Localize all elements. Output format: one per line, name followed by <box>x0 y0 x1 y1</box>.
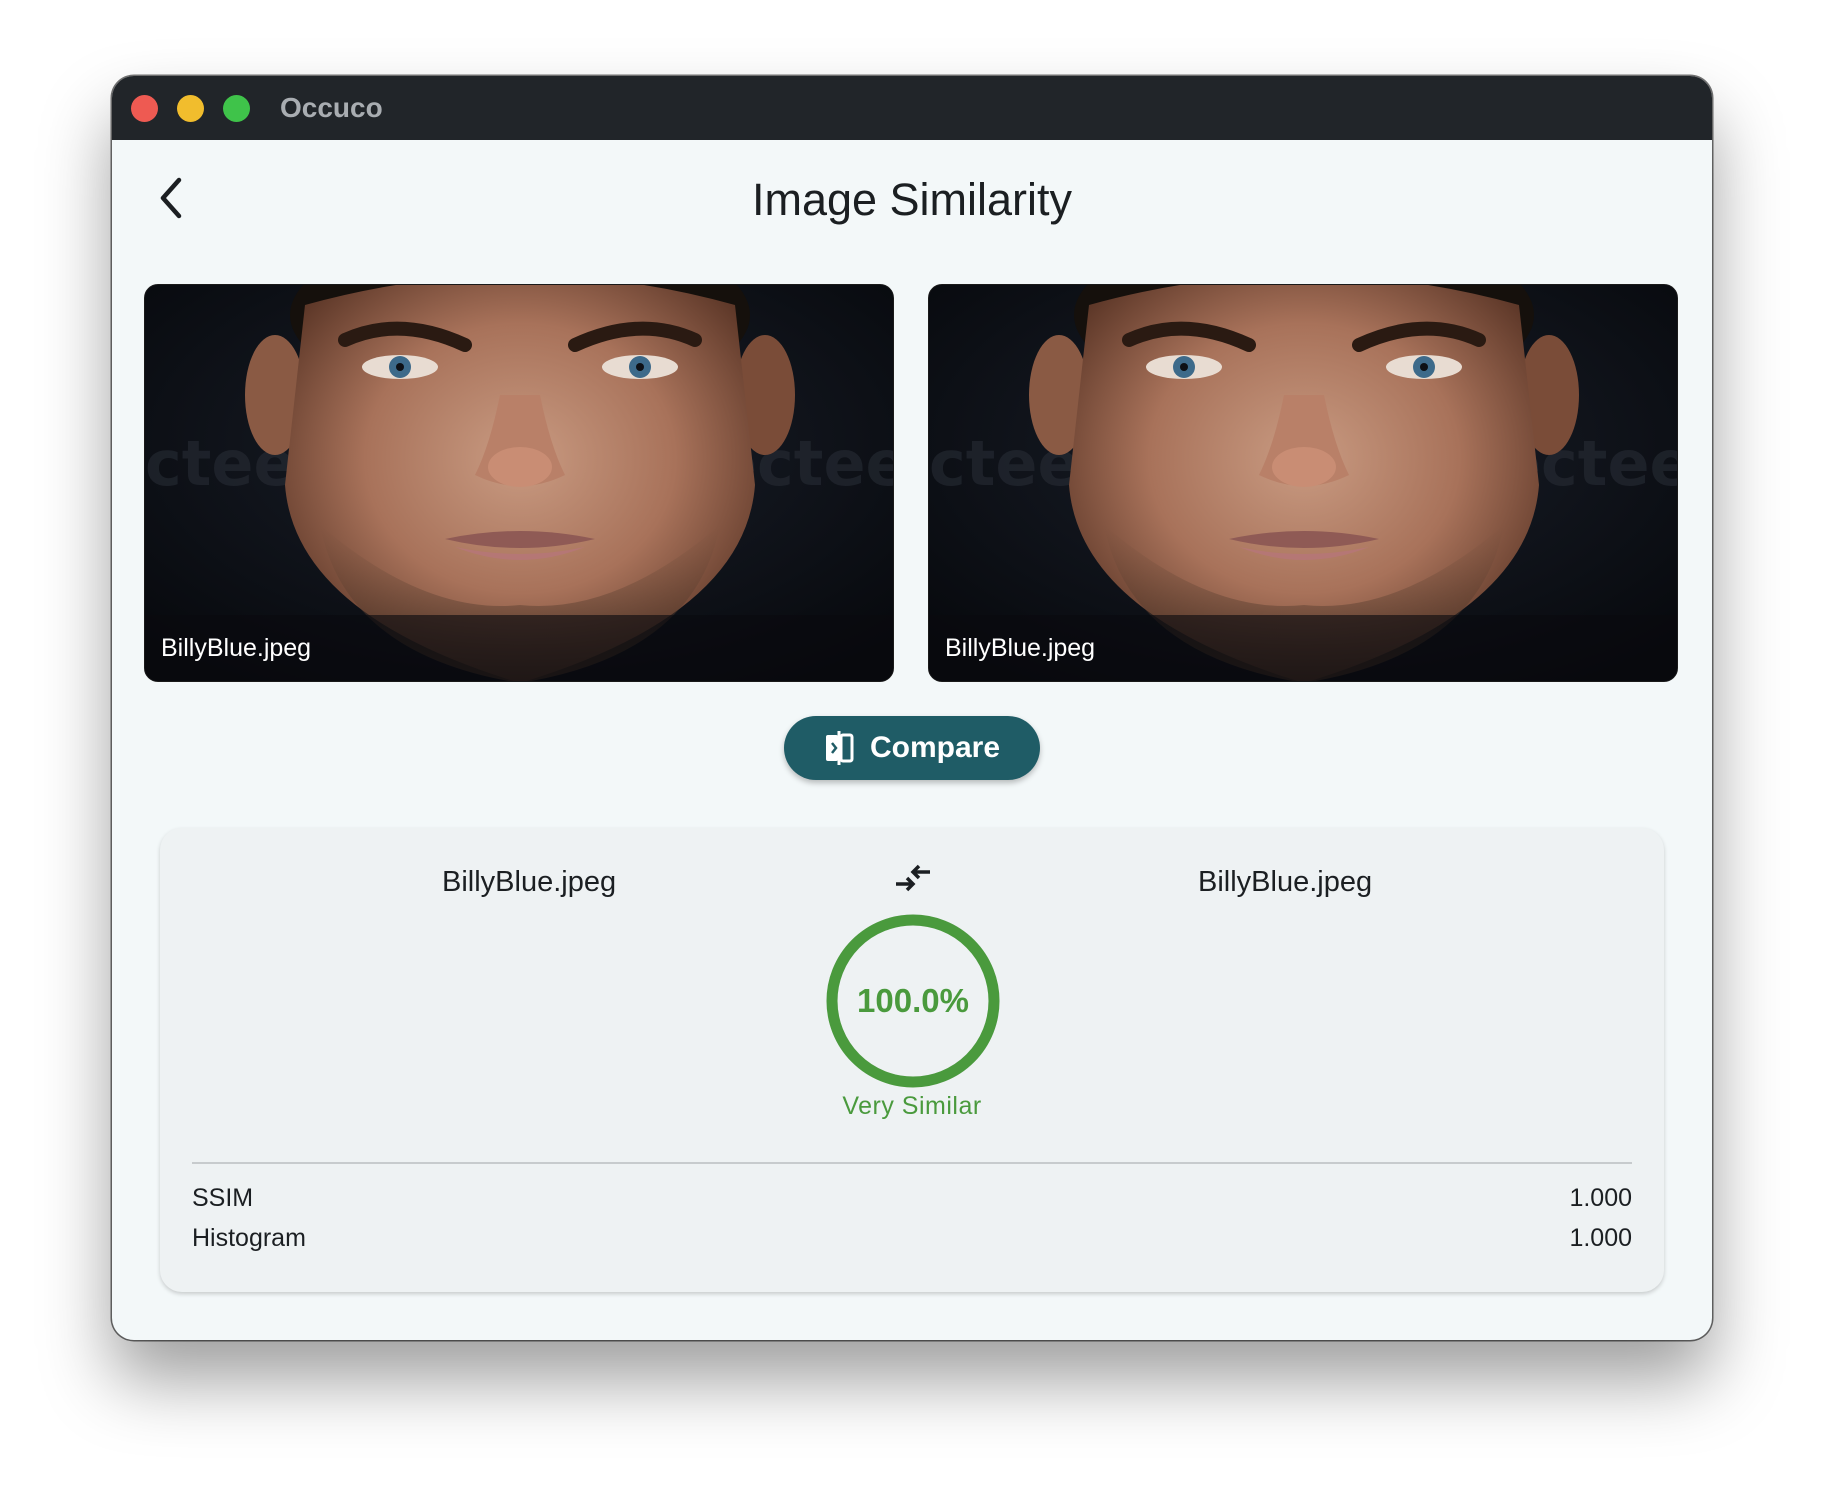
image-filename: BillyBlue.jpeg <box>161 634 312 662</box>
page-title: Image Similarity <box>751 174 1073 225</box>
compare-button[interactable]: Compare <box>784 716 1040 780</box>
result-card: BillyBlue.jpeg BillyBlue.jpeg 100.0% Ver… <box>160 828 1664 1292</box>
image-card-right[interactable]: cteez ectee BillyBlue.jpeg <box>928 284 1678 682</box>
result-right-filename: BillyBlue.jpeg <box>1198 866 1373 898</box>
compare-button-label: Compare <box>869 731 1001 764</box>
metric-value: 1.000 <box>1569 1224 1632 1252</box>
zoom-window-button[interactable] <box>223 95 250 122</box>
metric-label: SSIM <box>192 1184 254 1212</box>
metric-value: 1.000 <box>1569 1184 1632 1212</box>
minimize-window-button[interactable] <box>177 95 204 122</box>
image-card-left[interactable]: cteez ectee BillyBlue.jpeg <box>144 284 894 682</box>
title-bar: Occuco <box>112 76 1712 140</box>
metric-label: Histogram <box>192 1224 306 1252</box>
swap-arrows-icon <box>896 864 930 892</box>
similarity-percent: 100.0% <box>857 982 969 1019</box>
image-caption: BillyBlue.jpeg <box>929 615 1677 681</box>
metric-row-histogram: Histogram 1.000 <box>192 1224 1632 1260</box>
similarity-verdict: Very Similar <box>842 1092 982 1120</box>
metric-row-ssim: SSIM 1.000 <box>192 1184 1632 1220</box>
image-filename: BillyBlue.jpeg <box>945 634 1096 662</box>
compare-icon <box>825 731 854 765</box>
result-left-filename: BillyBlue.jpeg <box>442 866 617 898</box>
divider <box>192 1162 1632 1164</box>
image-caption: BillyBlue.jpeg <box>145 615 893 681</box>
close-window-button[interactable] <box>131 95 158 122</box>
app-title: Occuco <box>280 92 383 123</box>
app-window: Occuco Image Similarity cteez ectee Bill… <box>112 76 1712 1340</box>
